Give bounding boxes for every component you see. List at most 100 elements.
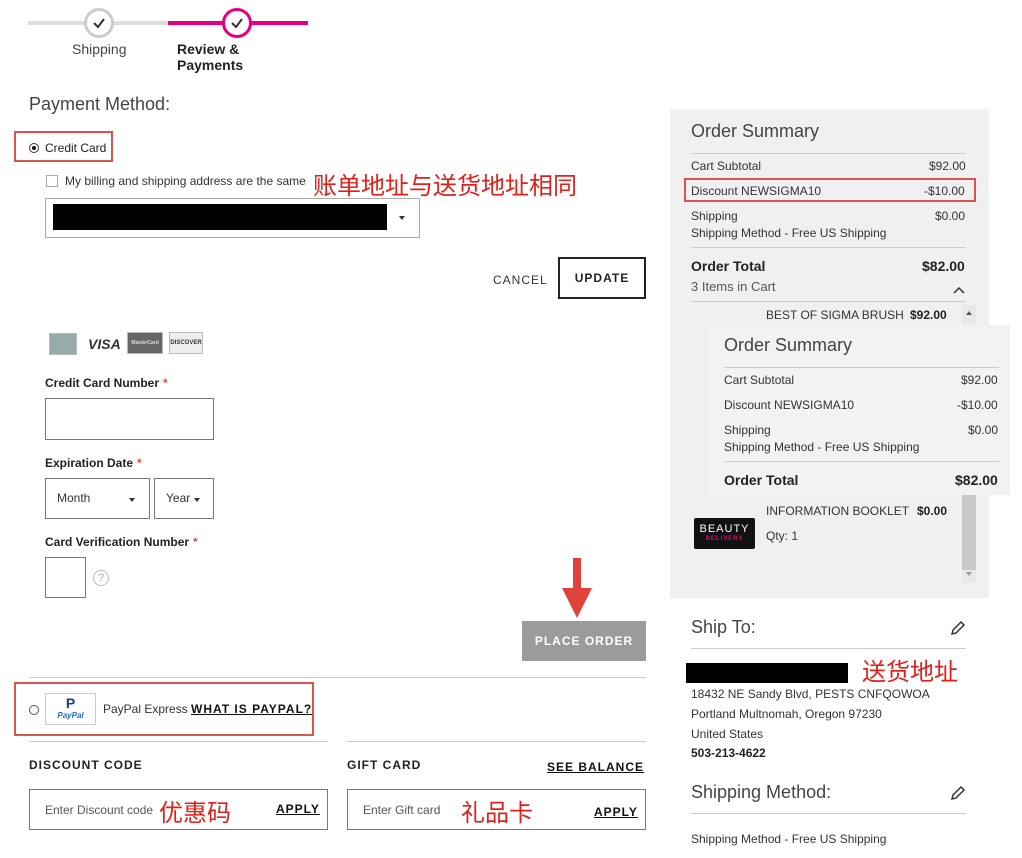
see-balance-link[interactable]: SEE BALANCE — [547, 760, 644, 774]
annotation-gift: 礼品卡 — [461, 799, 533, 827]
expiration-label: Expiration Date * — [45, 456, 142, 470]
billing-address-redacted — [53, 204, 387, 230]
item2-price: $0.00 — [917, 504, 948, 518]
discount-divider — [29, 741, 328, 742]
select-caret-icon — [399, 216, 405, 220]
shipping-row-value: $0.00 — [935, 209, 966, 223]
cancel-button[interactable]: CANCEL — [493, 273, 548, 287]
cart-subtotal-label: Cart Subtotal — [691, 159, 762, 173]
update-button-label: UPDATE — [574, 271, 630, 285]
credit-card-label[interactable]: Credit Card — [45, 141, 106, 155]
item2-name: INFORMATION BOOKLET — [766, 504, 910, 518]
item1-name: BEST OF SIGMA BRUSH — [766, 308, 904, 322]
paypal-radio[interactable] — [29, 705, 39, 715]
discount-apply-button[interactable]: APPLY — [276, 802, 320, 816]
shipping-method-edit-pencil-icon[interactable] — [950, 785, 966, 801]
billing-address-select[interactable] — [45, 198, 420, 238]
scroll-thumb[interactable] — [962, 490, 976, 570]
shipping-method-divider — [691, 813, 966, 814]
gift-apply-button[interactable]: APPLY — [594, 805, 638, 819]
amex-card-icon — [49, 333, 77, 355]
update-button[interactable]: UPDATE — [558, 257, 646, 299]
paypal-label[interactable]: PayPal Express — [103, 702, 188, 716]
shipping-method-title: Shipping Method: — [691, 782, 832, 802]
ship-to-title: Ship To: — [691, 617, 756, 637]
overlay-cart-subtotal-value: $92.00 — [961, 373, 998, 387]
card-number-input[interactable] — [45, 398, 214, 440]
place-order-label: PLACE ORDER — [534, 634, 634, 648]
beauty-logo-line1: BEAUTY — [699, 523, 750, 535]
place-order-button[interactable]: PLACE ORDER — [522, 621, 646, 661]
credit-card-radio[interactable] — [29, 143, 39, 153]
gift-divider — [347, 741, 646, 742]
what-is-paypal-link[interactable]: WHAT IS PAYPAL? — [191, 702, 312, 716]
order-summary-title: Order Summary — [691, 121, 820, 141]
expiration-required: * — [137, 456, 142, 470]
expiration-month-select[interactable]: Month — [45, 478, 150, 519]
scroll-up-arrow-icon[interactable] — [966, 311, 972, 315]
annotation-billing: 账单地址与送货地址相同 — [313, 172, 577, 200]
paypal-p-icon: P — [65, 695, 76, 711]
month-caret-icon — [129, 498, 135, 502]
cvv-help-icon[interactable]: ? — [93, 570, 109, 586]
scroll-down-arrow-icon[interactable] — [966, 572, 972, 576]
payment-method-title: Payment Method: — [29, 94, 171, 114]
summary-divider-3 — [691, 301, 966, 302]
annotation-discount: 优惠码 — [159, 799, 231, 827]
shipping-method-row: Shipping Method - Free US Shipping — [691, 226, 887, 240]
chevron-up-icon[interactable] — [953, 281, 965, 294]
billing-same-checkbox[interactable] — [46, 175, 58, 187]
year-caret-icon — [194, 498, 200, 502]
discount-row-label: Discount NEWSIGMA10 — [691, 184, 822, 198]
expiration-label-text: Expiration Date — [45, 456, 134, 470]
annotation-ship-addr: 送货地址 — [862, 658, 958, 686]
summary-divider-1 — [691, 153, 966, 154]
beauty-logo-line2: DELIVERY — [705, 536, 744, 542]
step-review-check-icon[interactable] — [222, 8, 252, 38]
overlay-divider-2 — [724, 461, 999, 462]
overlay-shipping-method: Shipping Method - Free US Shipping — [724, 440, 920, 454]
overlay-summary-title: Order Summary — [724, 335, 853, 355]
cvv-required: * — [193, 535, 198, 549]
ship-to-edit-pencil-icon[interactable] — [950, 620, 966, 636]
shipping-method-value: Shipping Method - Free US Shipping — [691, 832, 887, 846]
ship-to-line3: United States — [691, 727, 764, 741]
expiration-year-select[interactable]: Year — [154, 478, 214, 519]
card-number-required: * — [163, 376, 168, 390]
shipping-row-label: Shipping — [691, 209, 738, 223]
ship-to-line1: 18432 NE Sandy Blvd, PESTS CNFQOWOA — [691, 687, 930, 701]
visa-card-icon: VISA — [88, 336, 121, 352]
order-total-value: $82.00 — [922, 258, 965, 274]
cvv-input[interactable] — [45, 557, 86, 598]
overlay-discount-value: -$10.00 — [957, 398, 998, 412]
paypal-logo: P PayPal — [45, 693, 96, 725]
paypal-logo-text: PayPal — [57, 711, 84, 720]
items-in-cart-toggle[interactable]: 3 Items in Cart — [691, 279, 776, 294]
overlay-shipping-label: Shipping — [724, 423, 771, 437]
billing-same-label[interactable]: My billing and shipping address are the … — [65, 174, 306, 188]
step-shipping-check-icon[interactable] — [84, 8, 114, 38]
item1-price: $92.00 — [910, 308, 947, 322]
cart-subtotal-value: $92.00 — [929, 159, 966, 173]
overlay-shipping-value: $0.00 — [968, 423, 999, 437]
arrow-down-icon — [560, 558, 594, 620]
ship-to-line2: Portland Multnomah, Oregon 97230 — [691, 707, 882, 721]
order-total-label: Order Total — [691, 258, 766, 274]
discount-placeholder: Enter Discount code — [45, 803, 154, 817]
ship-to-phone: 503-213-4622 — [691, 746, 766, 760]
overlay-order-total-value: $82.00 — [955, 472, 998, 488]
overlay-divider-1 — [724, 367, 999, 368]
discount-title: DISCOUNT CODE — [29, 758, 143, 772]
discount-row-value: -$10.00 — [924, 184, 965, 198]
gift-placeholder: Enter Gift card — [363, 803, 441, 817]
step-shipping-label[interactable]: Shipping — [72, 41, 127, 57]
beauty-delivery-logo: BEAUTY DELIVERY — [694, 518, 755, 549]
mastercard-card-icon: MasterCard — [127, 332, 163, 354]
discover-card-icon: DISCOVER — [169, 332, 203, 354]
step-review-label[interactable]: Review & Payments — [177, 41, 308, 73]
year-label: Year — [166, 491, 191, 505]
overlay-discount-label: Discount NEWSIGMA10 — [724, 398, 855, 412]
gift-title: GIFT CARD — [347, 758, 422, 772]
cvv-help-glyph: ? — [97, 572, 105, 584]
card-number-label-text: Credit Card Number — [45, 376, 160, 390]
